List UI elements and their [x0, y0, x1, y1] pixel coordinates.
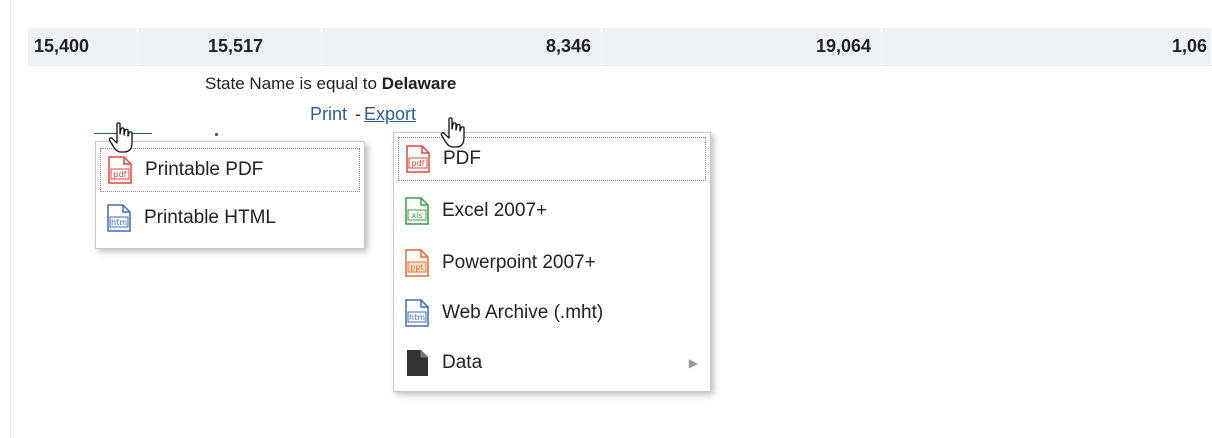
table-cell: 15,400 [28, 28, 138, 65]
menu-item-printable-html[interactable]: htm Printable HTML [100, 196, 360, 240]
menu-item-powerpoint[interactable]: ppt Powerpoint 2007+ [398, 241, 706, 285]
print-export-links: Print - Export [310, 104, 416, 125]
table-cell: 8,346 [322, 28, 602, 65]
table-cell: 15,517 [138, 28, 322, 65]
filter-description: State Name is equal to Delaware [205, 74, 456, 94]
html-file-icon: htm [405, 299, 429, 327]
svg-text:pdf: pdf [114, 170, 127, 179]
svg-text:htm: htm [409, 313, 425, 322]
print-menu: pdf Printable PDF htm Printable HTML [95, 141, 365, 249]
menu-item-label: Powerpoint 2007+ [442, 252, 596, 273]
menu-item-label: Printable PDF [145, 159, 264, 180]
print-link[interactable]: Print [310, 104, 347, 124]
filter-value: Delaware [381, 74, 457, 93]
menu-item-label: Printable HTML [144, 207, 276, 228]
svg-text:pdf: pdf [412, 159, 425, 168]
link-separator: - [355, 104, 362, 124]
svg-text:xls: xls [411, 211, 422, 220]
filter-prefix: State Name is equal to [205, 74, 377, 93]
menu-item-label: PDF [443, 148, 481, 169]
hand-cursor-icon [440, 117, 465, 148]
divider-dot [215, 133, 218, 136]
table-cell: 1,06 [882, 28, 1212, 65]
svg-text:htm: htm [111, 218, 127, 227]
submenu-arrow-icon: ▶ [688, 356, 698, 370]
menu-item-excel[interactable]: xls Excel 2007+ [398, 189, 706, 233]
hand-cursor-icon [108, 122, 133, 153]
table-cell: 19,064 [602, 28, 882, 65]
menu-item-label: Web Archive (.mht) [442, 302, 604, 323]
menu-item-web-archive[interactable]: htm Web Archive (.mht) [398, 291, 706, 335]
pdf-file-icon: pdf [108, 156, 132, 184]
export-link[interactable]: Export [364, 104, 416, 124]
menu-item-printable-pdf[interactable]: pdf Printable PDF [100, 148, 360, 192]
xls-file-icon: xls [405, 197, 429, 225]
html-file-icon: htm [107, 204, 131, 232]
export-menu: pdf PDF xls Excel 2007+ ppt Powerpoint 2… [393, 132, 711, 392]
menu-item-label: Data [442, 352, 483, 373]
ppt-file-icon: ppt [405, 249, 429, 277]
data-file-icon [407, 350, 428, 376]
menu-item-data[interactable]: Data ▶ [398, 341, 706, 385]
data-row: 15,400 15,517 8,346 19,064 1,06 [28, 28, 1212, 66]
svg-text:ppt: ppt [410, 263, 423, 272]
pdf-file-icon: pdf [406, 145, 430, 173]
menu-item-label: Excel 2007+ [442, 200, 548, 221]
